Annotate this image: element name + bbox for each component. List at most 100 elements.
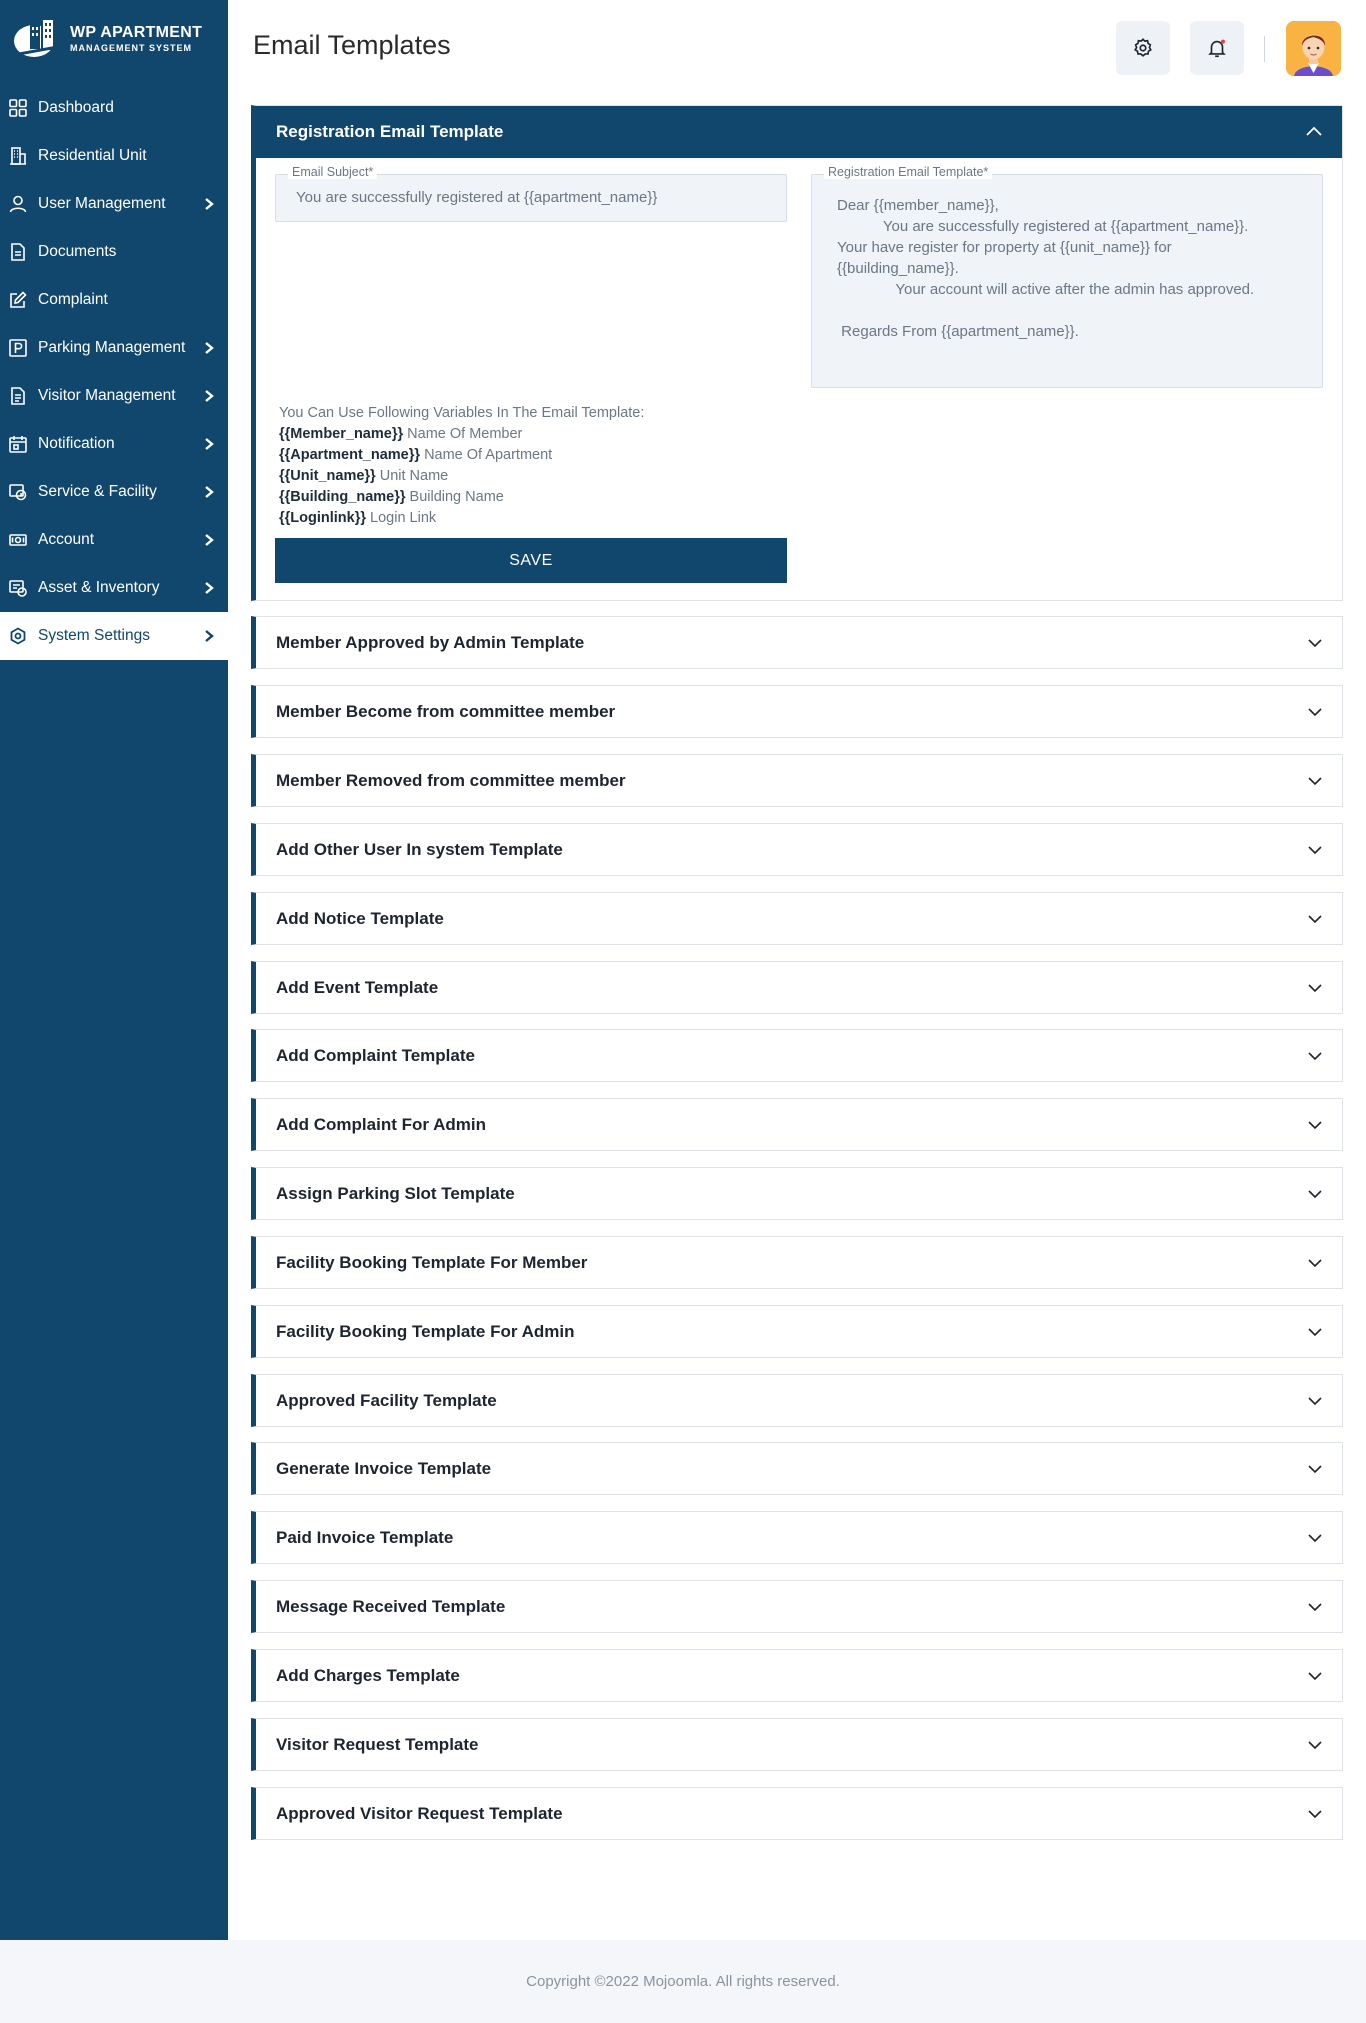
variable-key: {{Loginlink}} [279, 510, 367, 526]
template-title: Facility Booking Template For Admin [276, 1321, 575, 1341]
sidebar-item-label: Service & Facility [38, 483, 157, 500]
template-item[interactable]: Add Complaint Template [251, 1029, 1343, 1082]
sidebar-nav: Dashboard Residential Unit User Manageme… [0, 84, 228, 660]
save-button[interactable]: SAVE [275, 538, 787, 583]
template-item[interactable]: Facility Booking Template For Admin [251, 1305, 1343, 1358]
template-item[interactable]: Facility Booking Template For Member [251, 1236, 1343, 1289]
sidebar-item-service-facility[interactable]: Service & Facility [0, 468, 228, 516]
chevron-down-icon [1308, 914, 1322, 923]
template-item[interactable]: Add Complaint For Admin [251, 1098, 1343, 1151]
sidebar-item-label: Residential Unit [38, 147, 147, 164]
copyright-text: Copyright ©2022 Mojoomla. All rights res… [526, 1973, 840, 1990]
inventory-icon [8, 578, 28, 598]
template-title: Add Charges Template [276, 1665, 460, 1685]
template-item[interactable]: Member Approved by Admin Template [251, 616, 1343, 669]
variable-desc: Login Link [370, 510, 437, 526]
variable-desc: Unit Name [379, 468, 449, 484]
settings-button[interactable] [1116, 21, 1170, 75]
template-item[interactable]: Paid Invoice Template [251, 1511, 1343, 1564]
sidebar-item-notification[interactable]: Notification [0, 420, 228, 468]
template-title: Generate Invoice Template [276, 1458, 492, 1478]
template-item[interactable]: Add Charges Template [251, 1649, 1343, 1702]
chevron-down-icon [1308, 1671, 1322, 1680]
template-item[interactable]: Approved Visitor Request Template [251, 1787, 1343, 1840]
sidebar-item-system-settings[interactable]: System Settings [0, 612, 228, 660]
chevron-right-icon [205, 342, 214, 354]
footer: Copyright ©2022 Mojoomla. All rights res… [0, 1940, 1366, 2023]
chevron-right-icon [205, 390, 214, 402]
sidebar-item-parking-management[interactable]: Parking Management [0, 324, 228, 372]
page-title: Email Templates [253, 30, 451, 60]
chevron-right-icon [205, 486, 214, 498]
building-icon [8, 146, 28, 166]
sidebar-item-label: Visitor Management [38, 387, 176, 404]
template-item[interactable]: Generate Invoice Template [251, 1442, 1343, 1495]
template-item[interactable]: Visitor Request Template [251, 1718, 1343, 1771]
chevron-down-icon [1308, 1740, 1322, 1749]
chevron-down-icon [1308, 1189, 1322, 1198]
sidebar-item-label: Documents [38, 243, 117, 260]
template-title: Member Approved by Admin Template [276, 632, 585, 652]
document-icon [8, 242, 28, 262]
sidebar-item-account[interactable]: Account [0, 516, 228, 564]
variable-desc: Name Of Apartment [424, 447, 553, 463]
panel-title: Registration Email Template [276, 122, 504, 141]
template-title: Visitor Request Template [276, 1734, 479, 1754]
settings-icon [8, 626, 28, 646]
email-body-value: Dear {{member_name}}, You are successful… [837, 197, 1255, 340]
template-item[interactable]: Add Notice Template [251, 892, 1343, 945]
variable-key: {{Unit_name}} [279, 468, 376, 484]
variables-heading: You Can Use Following Variables In The E… [279, 405, 645, 421]
sidebar-item-residential-unit[interactable]: Residential Unit [0, 132, 228, 180]
template-item[interactable]: Member Become from committee member [251, 685, 1343, 738]
calendar-icon [8, 434, 28, 454]
template-title: Assign Parking Slot Template [276, 1183, 515, 1203]
template-title: Approved Visitor Request Template [276, 1803, 563, 1823]
variable-row: {{Apartment_name}} Name Of Apartment [279, 445, 644, 466]
sidebar-item-user-management[interactable]: User Management [0, 180, 228, 228]
header-divider [1264, 36, 1265, 62]
template-item[interactable]: Member Removed from committee member [251, 754, 1343, 807]
avatar[interactable] [1286, 21, 1341, 76]
chevron-down-icon [1308, 1809, 1322, 1818]
sidebar-item-documents[interactable]: Documents [0, 228, 228, 276]
template-item[interactable]: Add Other User In system Template [251, 823, 1343, 876]
template-item[interactable]: Add Event Template [251, 961, 1343, 1014]
template-title: Member Removed from committee member [276, 770, 626, 790]
variable-key: {{Apartment_name}} [279, 447, 421, 463]
variable-desc: Name Of Member [407, 426, 523, 442]
variable-desc: Building Name [409, 489, 504, 505]
template-item[interactable]: Message Received Template [251, 1580, 1343, 1633]
registration-template-header[interactable]: Registration Email Template [251, 106, 1342, 158]
sidebar-item-dashboard[interactable]: Dashboard [0, 84, 228, 132]
sidebar-item-label: Parking Management [38, 339, 186, 356]
email-subject-label: Email Subject* [288, 165, 378, 179]
notification-button[interactable] [1190, 21, 1244, 75]
edit-icon [8, 290, 28, 310]
chevron-down-icon [1308, 638, 1322, 647]
sidebar-item-visitor-management[interactable]: Visitor Management [0, 372, 228, 420]
template-title: Add Other User In system Template [276, 839, 563, 859]
sidebar-item-complaint[interactable]: Complaint [0, 276, 228, 324]
variable-key: {{Building_name}} [279, 489, 406, 505]
template-title: Facility Booking Template For Member [276, 1252, 588, 1272]
template-title: Add Notice Template [276, 908, 444, 928]
email-body-textarea[interactable]: Registration Email Template* Dear {{memb… [811, 165, 1323, 388]
dashboard-grid-icon [8, 98, 28, 118]
email-subject-field[interactable]: Email Subject* You are successfully regi… [275, 165, 787, 222]
chevron-up-icon [1306, 126, 1322, 136]
template-item[interactable]: Approved Facility Template [251, 1374, 1343, 1427]
app-logo[interactable]: WP APARTMENT MANAGEMENT SYSTEM [0, 0, 228, 78]
sidebar-item-asset-inventory[interactable]: Asset & Inventory [0, 564, 228, 612]
variable-row: {{Member_name}} Name Of Member [279, 424, 644, 445]
user-icon [8, 194, 28, 214]
template-title: Paid Invoice Template [276, 1527, 454, 1547]
template-title: Member Become from committee member [276, 701, 616, 721]
template-item[interactable]: Assign Parking Slot Template [251, 1167, 1343, 1220]
service-icon [8, 482, 28, 502]
template-title: Message Received Template [276, 1596, 506, 1616]
variable-row: {{Building_name}} Building Name [279, 487, 644, 508]
chevron-right-icon [205, 438, 214, 450]
logo-title: WP APARTMENT [70, 24, 203, 41]
money-icon [8, 530, 28, 550]
